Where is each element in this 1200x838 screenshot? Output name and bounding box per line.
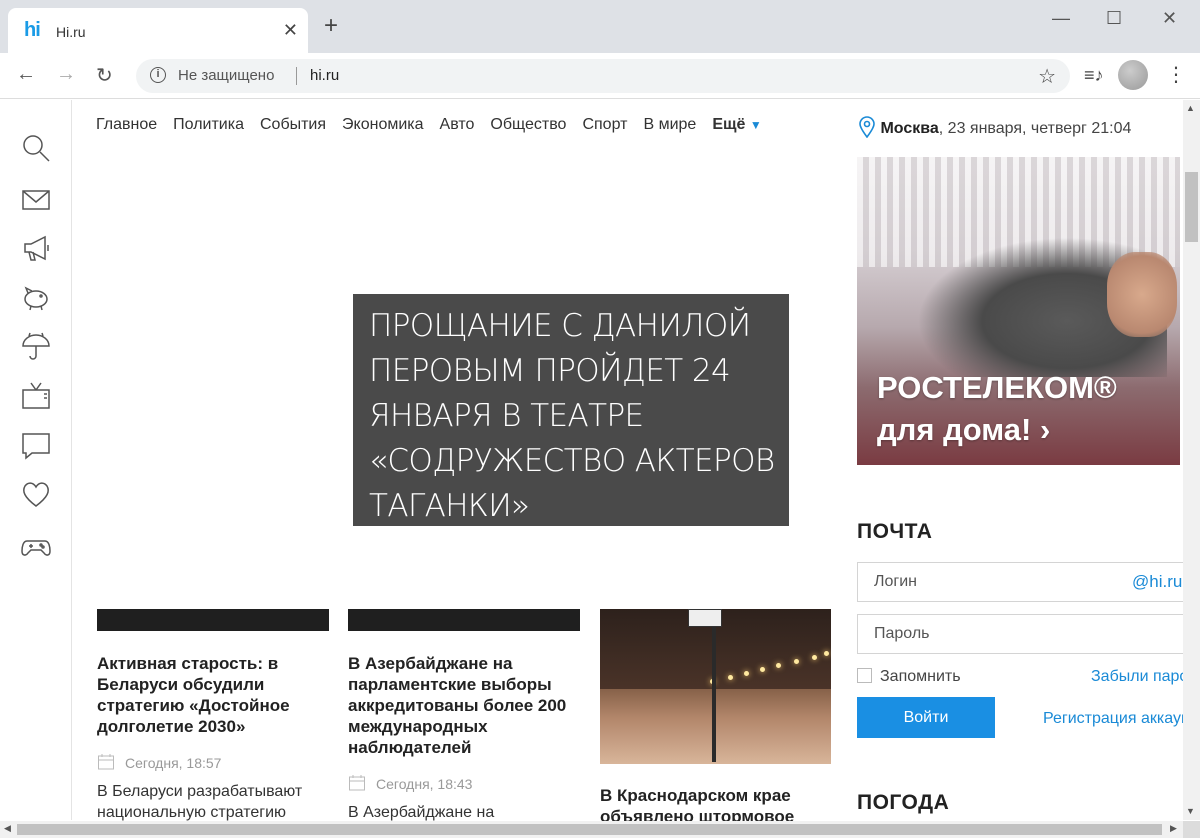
hi-favicon-icon: hi — [24, 19, 41, 41]
browser-toolbar: ← → ↻ i Не защищено hi.ru ☆ ≡♪ — [0, 53, 1200, 99]
calendar-icon — [97, 753, 115, 771]
left-sidebar — [0, 100, 72, 820]
news-title[interactable]: Активная старость: в Беларуси обсудили с… — [97, 653, 329, 737]
password-input[interactable] — [858, 615, 1186, 653]
ad-text: РОСТЕЛЕКОМ® для дома! › — [877, 367, 1117, 451]
remember-me[interactable]: Запомнить — [857, 668, 961, 686]
nav-item-auto[interactable]: Авто — [440, 116, 475, 134]
info-icon[interactable]: i — [150, 67, 166, 83]
calendar-icon — [348, 774, 366, 792]
scroll-left-icon[interactable]: ◀ — [4, 823, 11, 834]
reload-icon[interactable]: ↻ — [96, 63, 113, 88]
scrollbar-corner — [1183, 821, 1200, 838]
remember-label: Запомнить — [880, 668, 961, 685]
ad-face-image — [1107, 252, 1177, 337]
tv-icon[interactable] — [20, 380, 52, 412]
profile-avatar[interactable] — [1118, 60, 1148, 90]
tab-close-icon[interactable]: ✕ — [283, 20, 298, 41]
address-separator — [296, 67, 297, 85]
news-thumbnail[interactable] — [348, 609, 580, 631]
nav-more-button[interactable]: Ещё ▼ — [712, 116, 761, 134]
nav-item-economy[interactable]: Экономика — [342, 116, 424, 134]
security-warning: Не защищено — [178, 67, 275, 84]
megaphone-icon[interactable] — [20, 232, 52, 264]
umbrella-weather-icon[interactable] — [20, 330, 52, 362]
heart-icon[interactable] — [20, 478, 52, 510]
news-photo-snowy-street[interactable] — [600, 609, 831, 764]
ad-line-2: для дома! › — [877, 412, 1051, 447]
scroll-up-icon[interactable]: ▲ — [1186, 103, 1195, 113]
piggy-bank-icon[interactable] — [20, 282, 52, 314]
browser-menu-icon[interactable]: ⋮ — [1166, 62, 1186, 87]
maximize-icon[interactable]: ☐ — [1106, 8, 1122, 29]
news-card[interactable]: В Азербайджане на парламентские выборы а… — [348, 609, 580, 823]
tab-title: Hi.ru — [56, 24, 86, 40]
current-datetime: , 23 января, четверг 21:04 — [938, 120, 1132, 137]
mail-domain: @hi.ru — [1132, 572, 1183, 591]
gamepad-icon[interactable] — [20, 530, 52, 562]
nav-item-events[interactable]: События — [260, 116, 326, 134]
news-meta: Сегодня, 18:43 — [348, 774, 580, 792]
news-thumbnail[interactable] — [97, 609, 329, 631]
bookmark-star-icon[interactable]: ☆ — [1038, 64, 1056, 89]
ad-line-1: РОСТЕЛЕКОМ® — [877, 370, 1117, 405]
forward-arrow-icon[interactable]: → — [56, 63, 76, 86]
login-button[interactable]: Войти — [857, 697, 995, 738]
scroll-right-icon[interactable]: ▶ — [1170, 823, 1177, 834]
browser-tab[interactable]: hi Hi.ru ✕ — [8, 8, 308, 53]
login-field[interactable]: @hi.ru — [857, 562, 1187, 602]
city-name[interactable]: Москва — [880, 120, 938, 137]
new-tab-button[interactable]: + — [324, 14, 338, 38]
nav-item-main[interactable]: Главное — [96, 116, 157, 134]
horizontal-scrollbar[interactable]: ◀ ▶ — [0, 821, 1183, 838]
browser-tab-bar: hi Hi.ru ✕ + — ☐ ✕ — [0, 0, 1200, 53]
url-text[interactable]: hi.ru — [310, 67, 339, 84]
close-window-icon[interactable]: ✕ — [1162, 8, 1177, 29]
location-datetime: Москва, 23 января, четверг 21:04 — [858, 116, 1132, 139]
vertical-scrollbar[interactable]: ▲ ▼ — [1183, 100, 1200, 820]
photo-street-lights — [710, 649, 830, 689]
nav-more-label: Ещё — [712, 116, 746, 133]
chat-icon[interactable] — [20, 430, 52, 462]
vertical-scroll-thumb[interactable] — [1185, 172, 1198, 242]
nav-item-politics[interactable]: Политика — [173, 116, 244, 134]
main-nav: Главное Политика События Экономика Авто … — [96, 116, 762, 134]
horizontal-scroll-thumb[interactable] — [17, 824, 1162, 835]
register-link[interactable]: Регистрация аккаунта — [1043, 710, 1200, 728]
nav-item-world[interactable]: В мире — [643, 116, 696, 134]
address-bar[interactable]: i Не защищено hi.ru ☆ — [136, 59, 1070, 93]
media-control-icon[interactable]: ≡♪ — [1084, 65, 1104, 86]
hero-headline[interactable]: ПРОЩАНИЕ С ДАНИЛОЙ ПЕРОВЫМ ПРОЙДЕТ 24 ЯН… — [369, 304, 779, 529]
location-pin-icon[interactable] — [858, 116, 876, 139]
mail-icon[interactable] — [20, 184, 52, 216]
search-icon[interactable] — [20, 132, 52, 164]
back-arrow-icon[interactable]: ← — [16, 63, 36, 86]
rostelecom-ad-banner[interactable]: РОСТЕЛЕКОМ® для дома! › — [857, 157, 1180, 465]
weather-section-title: ПОГОДА — [857, 791, 950, 814]
nav-item-society[interactable]: Общество — [490, 116, 566, 134]
remember-checkbox[interactable] — [857, 668, 872, 683]
news-time: Сегодня, 18:43 — [376, 776, 473, 792]
news-time: Сегодня, 18:57 — [125, 755, 222, 771]
password-field[interactable] — [857, 614, 1187, 654]
caret-down-icon: ▼ — [749, 118, 762, 132]
photo-sign-pole — [712, 617, 716, 762]
mail-section-title: ПОЧТА — [857, 520, 933, 543]
news-meta: Сегодня, 18:57 — [97, 753, 329, 771]
photo-crosswalk-sign — [688, 609, 722, 627]
news-lead[interactable]: В Беларуси разрабатывают национальную ст… — [97, 781, 329, 823]
news-title[interactable]: В Азербайджане на парламентские выборы а… — [348, 653, 580, 758]
scroll-down-icon[interactable]: ▼ — [1186, 806, 1195, 816]
nav-item-sport[interactable]: Спорт — [582, 116, 627, 134]
minimize-icon[interactable]: — — [1052, 8, 1070, 29]
news-card[interactable]: Активная старость: в Беларуси обсудили с… — [97, 609, 329, 823]
hero-headline-box[interactable]: ПРОЩАНИЕ С ДАНИЛОЙ ПЕРОВЫМ ПРОЙДЕТ 24 ЯН… — [353, 294, 789, 526]
news-lead[interactable]: В Азербайджане на — [348, 802, 580, 823]
